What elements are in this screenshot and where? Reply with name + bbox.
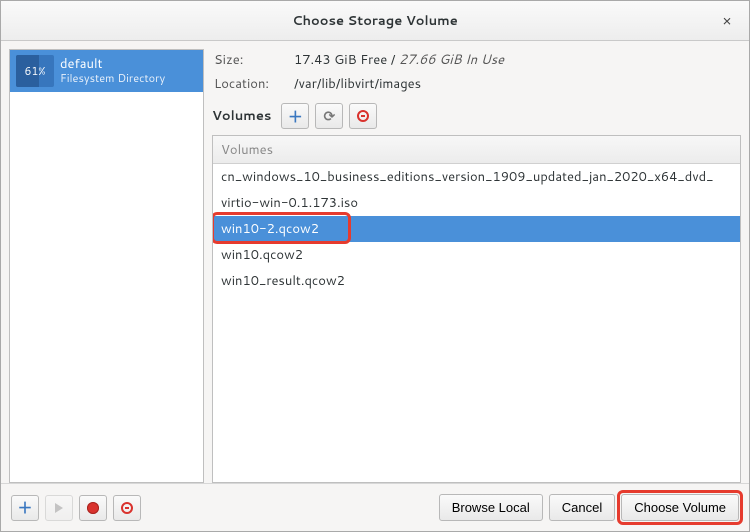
delete-icon — [357, 110, 369, 122]
content-area: 61% default Filesystem Directory Size: 1… — [1, 41, 749, 483]
volume-row[interactable]: win10-2.qcow2 — [213, 216, 740, 242]
volume-name: win10.qcow2 — [221, 246, 303, 264]
close-icon: × — [722, 10, 732, 31]
volume-name: win10_result.qcow2 — [221, 272, 345, 290]
size-label: Size: — [214, 51, 294, 69]
volume-name: cn_windows_10_business_editions_version_… — [221, 168, 714, 186]
refresh-volume-button[interactable]: ⟳ — [315, 103, 343, 129]
play-icon — [55, 503, 63, 513]
add-volume-button[interactable]: ＋ — [281, 103, 309, 129]
location-row: Location: /var/lib/libvirt/images — [214, 75, 741, 93]
volume-list: Volumes cn_windows_10_business_editions_… — [212, 135, 741, 483]
location-value: /var/lib/libvirt/images — [294, 75, 421, 93]
refresh-icon: ⟳ — [324, 106, 336, 126]
volume-row[interactable]: win10.qcow2 — [213, 242, 740, 268]
add-pool-button[interactable]: ＋ — [11, 495, 39, 521]
pool-usage-percent: 61% — [24, 63, 45, 79]
size-free: 17.43 GiB Free — [294, 51, 387, 69]
choose-volume-button[interactable]: Choose Volume — [621, 494, 739, 521]
delete-volume-button[interactable] — [349, 103, 377, 129]
size-sep: / — [387, 51, 399, 69]
pool-text: default Filesystem Directory — [60, 57, 165, 86]
footer-toolbar: ＋ Browse Local Cancel Choose Volume — [1, 483, 749, 531]
volumes-label: Volumes — [212, 107, 271, 125]
titlebar: Choose Storage Volume × — [1, 1, 749, 41]
volume-name: virtio-win-0.1.173.iso — [221, 194, 358, 212]
right-column: Size: 17.43 GiB Free / 27.66 GiB In Use … — [212, 49, 741, 483]
size-inuse: 27.66 GiB In Use — [399, 51, 504, 69]
stop-icon — [87, 502, 99, 514]
pool-subtitle: Filesystem Directory — [60, 72, 165, 85]
size-row: Size: 17.43 GiB Free / 27.66 GiB In Use — [214, 51, 741, 69]
stop-pool-button[interactable] — [79, 495, 107, 521]
storage-pool-item[interactable]: 61% default Filesystem Directory — [10, 50, 203, 92]
window-title: Choose Storage Volume — [292, 12, 457, 30]
delete-icon — [121, 502, 133, 514]
browse-local-button[interactable]: Browse Local — [439, 494, 543, 521]
cancel-button[interactable]: Cancel — [549, 494, 615, 521]
volume-header-label: Volumes — [221, 141, 273, 159]
volume-row[interactable]: cn_windows_10_business_editions_version_… — [213, 164, 740, 190]
volume-row[interactable]: virtio-win-0.1.173.iso — [213, 190, 740, 216]
delete-pool-button[interactable] — [113, 495, 141, 521]
pool-usage-meter: 61% — [16, 55, 54, 87]
start-pool-button[interactable] — [45, 495, 73, 521]
storage-pool-list[interactable]: 61% default Filesystem Directory — [9, 49, 204, 483]
close-button[interactable]: × — [717, 11, 737, 31]
volume-toolbar: Volumes ＋ ⟳ — [212, 103, 741, 129]
size-value: 17.43 GiB Free / 27.66 GiB In Use — [294, 51, 504, 69]
volume-name: win10-2.qcow2 — [221, 220, 319, 238]
plus-icon: ＋ — [288, 106, 303, 127]
volume-list-body[interactable]: cn_windows_10_business_editions_version_… — [213, 164, 740, 482]
location-label: Location: — [214, 75, 294, 93]
dialog-window: Choose Storage Volume × 61% default File… — [0, 0, 750, 532]
volume-list-header[interactable]: Volumes — [213, 136, 740, 164]
plus-icon: ＋ — [17, 497, 32, 518]
volume-row[interactable]: win10_result.qcow2 — [213, 268, 740, 294]
